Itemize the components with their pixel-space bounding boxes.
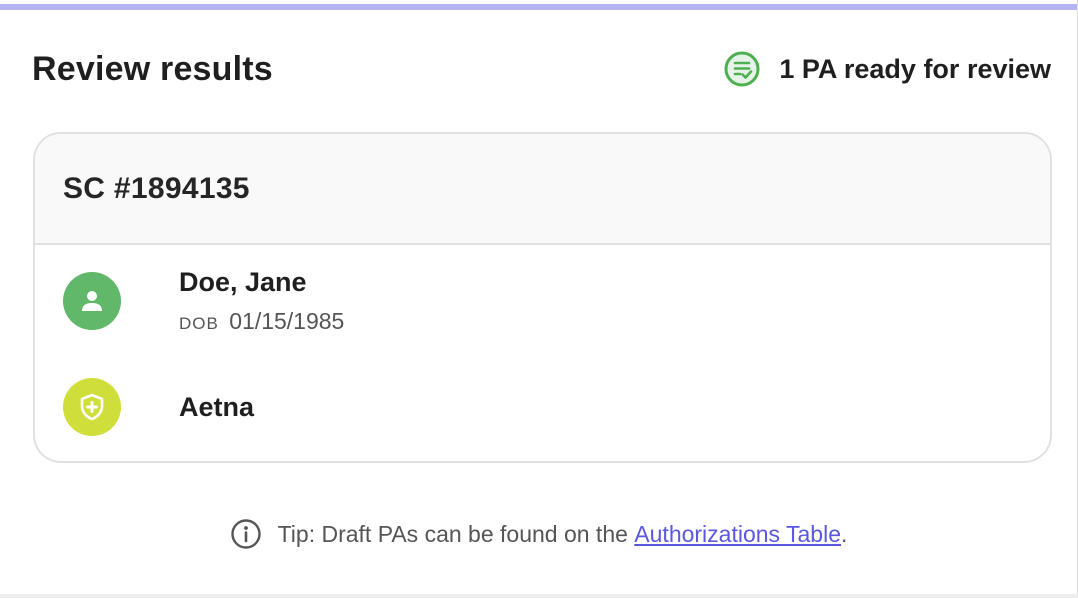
payer-row: Aetna <box>63 378 254 436</box>
case-card[interactable]: SC #1894135 Doe, Jane DOB 01/15/1985 Aet… <box>33 132 1052 463</box>
patient-name: Doe, Jane <box>179 267 307 297</box>
patient-row: Doe, Jane DOB 01/15/1985 <box>63 267 344 335</box>
checklist-check-icon <box>724 51 760 87</box>
patient-avatar <box>63 272 121 330</box>
accent-bar <box>0 4 1077 10</box>
status-summary: 1 PA ready for review <box>723 50 1051 88</box>
dob-value: 01/15/1985 <box>229 308 345 334</box>
tip-text: Tip: Draft PAs can be found on the <box>277 520 635 547</box>
tip-trailing: . <box>841 520 848 547</box>
case-id: SC #1894135 <box>63 171 250 205</box>
status-text: 1 PA ready for review <box>779 53 1051 84</box>
info-icon <box>230 519 261 549</box>
page-title: Review results <box>32 49 273 88</box>
tip-line: Tip: Draft PAs can be found on the Autho… <box>0 518 1077 550</box>
authorizations-table-link[interactable]: Authorizations Table <box>634 521 841 548</box>
payer-avatar <box>63 378 121 436</box>
header: Review results 1 PA ready for review <box>32 44 1051 94</box>
shield-plus-icon <box>80 393 104 421</box>
payer-details: Aetna <box>179 392 254 423</box>
dob-label: DOB <box>179 314 219 333</box>
patient-dob: DOB 01/15/1985 <box>179 308 344 335</box>
case-card-header: SC #1894135 <box>35 134 1050 245</box>
payer-name: Aetna <box>179 391 255 422</box>
person-icon <box>82 291 102 311</box>
review-results-panel: Review results 1 PA ready for review SC … <box>0 0 1078 594</box>
patient-details: Doe, Jane DOB 01/15/1985 <box>179 267 344 335</box>
